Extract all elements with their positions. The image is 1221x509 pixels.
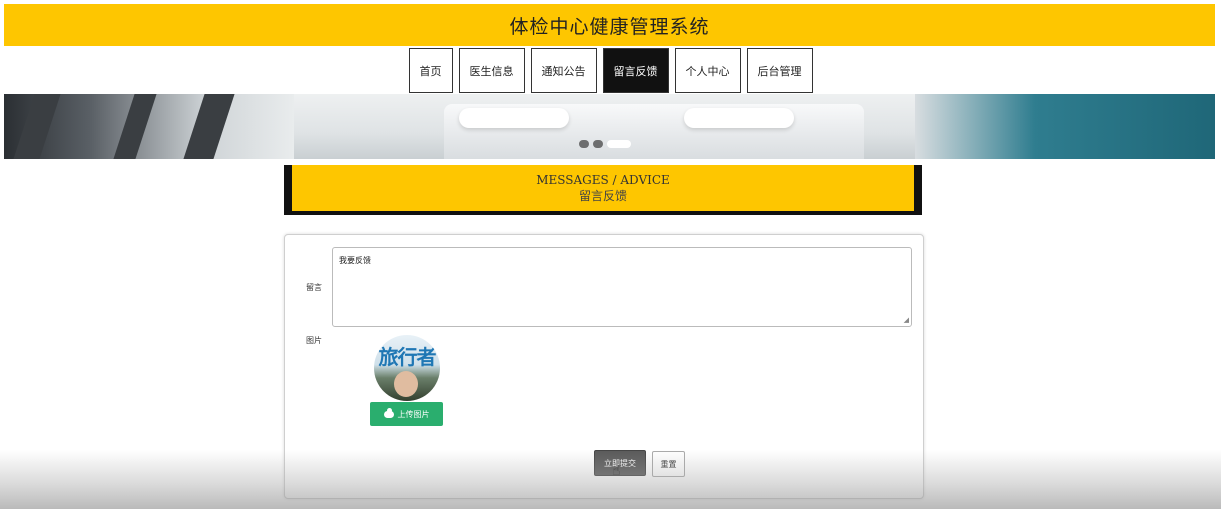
- nav-item-admin[interactable]: 后台管理: [746, 48, 813, 93]
- banner-pager: [575, 138, 635, 150]
- resize-grip-icon[interactable]: ◢: [904, 316, 909, 324]
- hero-banner: [4, 94, 1215, 159]
- nav-item-home[interactable]: 首页: [408, 48, 453, 93]
- feedback-form: 留言 我要反馈 ◢ 图片 旅行者 上传图片 立即提交 重置 ☝: [284, 234, 924, 499]
- cloud-upload-icon: [383, 407, 394, 418]
- pager-dot[interactable]: [593, 140, 603, 148]
- hand-cursor-icon: ☝: [612, 463, 621, 479]
- upload-image-button[interactable]: 上传图片: [370, 402, 443, 426]
- banner-machine: [915, 94, 1215, 159]
- pager-dot-active[interactable]: [607, 140, 631, 148]
- main-nav: 首页 医生信息 通知公告 留言反馈 个人中心 后台管理: [0, 48, 1221, 93]
- section-title-en: MESSAGES / ADVICE: [536, 172, 670, 187]
- avatar-magazine-title: 旅行者: [378, 345, 437, 369]
- message-text: 我要反馈: [339, 256, 371, 265]
- section-title-cn: 留言反馈: [578, 188, 627, 203]
- banner-pillow: [459, 108, 569, 128]
- site-header: 体检中心健康管理系统: [4, 4, 1215, 46]
- nav-item-profile[interactable]: 个人中心: [674, 48, 741, 93]
- upload-button-label: 上传图片: [397, 409, 430, 419]
- nav-item-doctors[interactable]: 医生信息: [458, 48, 525, 93]
- avatar-face: [394, 371, 418, 397]
- image-label: 图片: [306, 336, 322, 345]
- uploaded-image-preview: 旅行者: [374, 335, 440, 401]
- site-title: 体检中心健康管理系统: [509, 15, 710, 38]
- nav-item-feedback[interactable]: 留言反馈: [602, 48, 669, 93]
- message-label: 留言: [306, 283, 322, 292]
- message-textarea[interactable]: 我要反馈 ◢: [332, 247, 912, 327]
- nav-item-notices[interactable]: 通知公告: [530, 48, 597, 93]
- banner-pillow: [684, 108, 794, 128]
- section-heading: MESSAGES / ADVICE 留言反馈: [284, 165, 922, 215]
- reset-button[interactable]: 重置: [652, 451, 685, 477]
- pager-dot[interactable]: [579, 140, 589, 148]
